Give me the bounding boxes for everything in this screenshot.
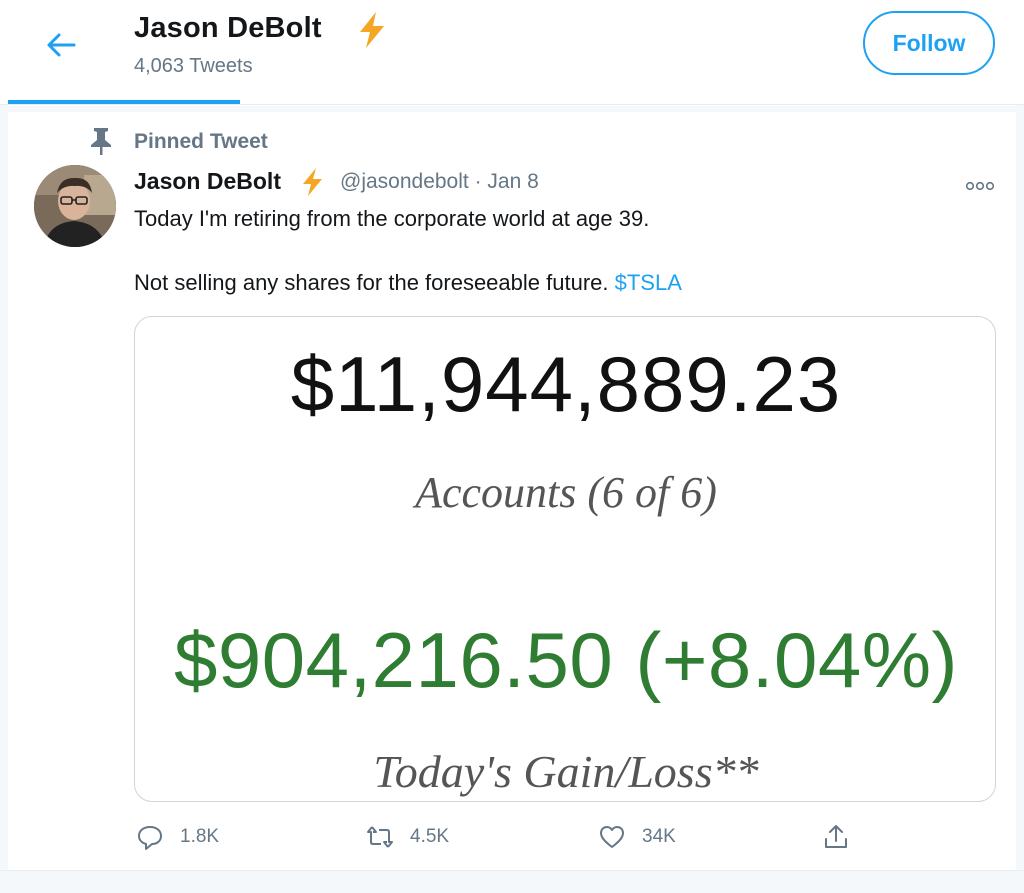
accounts-label: Accounts (6 of 6)	[415, 468, 717, 517]
pinned-tweet-label: Pinned Tweet	[134, 130, 268, 153]
like-icon	[600, 826, 624, 848]
pin-icon	[88, 126, 114, 156]
share-button[interactable]	[822, 820, 866, 854]
footer-divider	[0, 870, 1024, 893]
like-count: 34K	[642, 826, 676, 847]
header-divider	[0, 104, 1024, 105]
tweet-media-image[interactable]: $11,944,889.23 Accounts (6 of 6) $904,21…	[134, 316, 996, 802]
avatar[interactable]	[34, 165, 116, 247]
profile-name: Jason DeBolt	[134, 12, 322, 44]
lightning-bolt-icon	[298, 166, 326, 198]
cashtag-link[interactable]: $TSLA	[615, 270, 682, 295]
tweet-handle-date[interactable]: @jasondebolt · Jan 8	[340, 170, 539, 194]
tweet-text-line: Today I'm retiring from the corporate wo…	[134, 206, 650, 231]
share-icon	[825, 825, 847, 848]
daily-gain-value: $904,216.50 (+8.04%)	[173, 616, 959, 704]
account-total-value: $11,944,889.23	[290, 340, 842, 428]
reply-count: 1.8K	[180, 826, 220, 847]
follow-button[interactable]: Follow	[863, 11, 995, 75]
right-border	[1016, 0, 1024, 892]
reply-button[interactable]: 1.8K	[136, 820, 219, 854]
gain-loss-label: Today's Gain/Loss**	[373, 746, 759, 797]
tweet-author-name[interactable]: Jason DeBolt	[134, 168, 281, 195]
retweet-icon	[367, 826, 393, 848]
like-button[interactable]: 34K	[598, 820, 676, 854]
retweet-count: 4.5K	[410, 826, 450, 847]
back-arrow-icon[interactable]	[44, 28, 78, 62]
more-icon[interactable]	[965, 178, 995, 191]
lightning-bolt-icon	[354, 10, 388, 50]
left-border	[0, 0, 8, 892]
tweet-text-line: Not selling any shares for the foreseeab…	[134, 270, 682, 296]
reply-icon	[138, 826, 162, 850]
tweet-text: Not selling any shares for the foreseeab…	[134, 270, 615, 295]
section-gap	[0, 106, 1024, 112]
retweet-button[interactable]: 4.5K	[366, 820, 449, 854]
tweet-count: 4,063 Tweets	[134, 55, 253, 77]
